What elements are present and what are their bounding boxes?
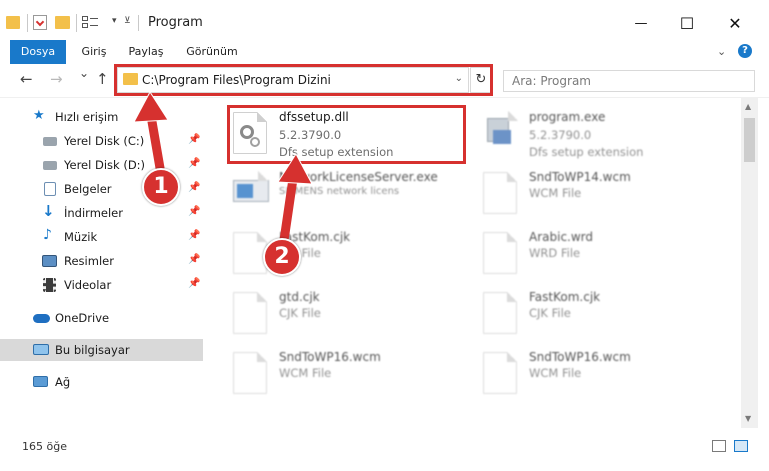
arrow-2-head — [277, 153, 313, 185]
callout-1: 1 — [142, 168, 180, 206]
arrow-1-head — [133, 91, 169, 123]
annotation-arrows — [133, 91, 313, 252]
callout-2: 2 — [263, 238, 301, 276]
